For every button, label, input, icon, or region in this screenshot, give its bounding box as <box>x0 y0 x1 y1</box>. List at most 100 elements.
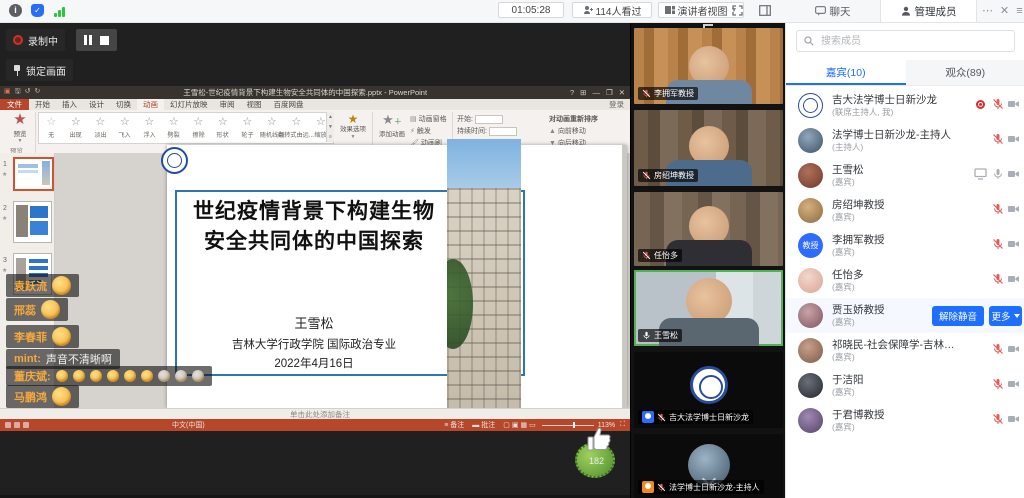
thumbs-up-sticker[interactable] <box>586 425 612 453</box>
video-tile-active-speaker[interactable]: 王雪松 <box>634 270 783 346</box>
viewer-count-button[interactable]: 114人看过 <box>572 2 652 18</box>
slide-scrollbar[interactable] <box>622 145 627 408</box>
quick-access-toolbar[interactable]: ▣🖫↺↻ <box>0 87 40 98</box>
language-indicator[interactable]: 中文(中国) <box>172 420 205 430</box>
camera-off-icon[interactable] <box>1007 378 1020 390</box>
ribbon-tab-design[interactable]: 设计 <box>83 99 110 110</box>
info-icon[interactable]: i <box>8 3 23 18</box>
ribbon-tab-view[interactable]: 视图 <box>241 99 268 110</box>
camera-off-icon[interactable] <box>1007 413 1020 425</box>
camera-off-icon[interactable] <box>1007 238 1020 250</box>
tab-chat[interactable]: 聊天 <box>785 0 880 22</box>
animation-appear[interactable]: ☆出现 <box>64 113 89 143</box>
tab-guests[interactable]: 嘉宾(10) <box>786 60 906 85</box>
notes-pane[interactable]: 单击此处添加备注 <box>0 408 630 419</box>
animation-pane-button[interactable]: ▤动画窗格 <box>410 114 447 124</box>
network-signal-icon[interactable] <box>52 3 67 18</box>
ribbon-tab-home[interactable]: 开始 <box>29 99 56 110</box>
mic-muted-icon[interactable] <box>992 98 1004 110</box>
more-button[interactable]: 更多 <box>989 306 1022 326</box>
start-input[interactable] <box>475 115 503 124</box>
mic-on-icon[interactable] <box>992 168 1004 180</box>
ribbon-tab-animations[interactable]: 动画 <box>137 99 164 110</box>
more-options-icon[interactable]: ⋯ <box>980 3 995 18</box>
member-search-input[interactable] <box>819 35 1007 48</box>
camera-off-icon[interactable] <box>1007 203 1020 215</box>
mic-muted-icon[interactable] <box>992 238 1004 250</box>
fullscreen-icon[interactable] <box>730 3 745 18</box>
animation-split[interactable]: ☆劈裂 <box>162 113 187 143</box>
ribbon-tab-slideshow[interactable]: 幻灯片放映 <box>164 99 214 110</box>
shield-icon[interactable]: ✓ <box>30 3 45 18</box>
tab-manage-members[interactable]: 管理成员 <box>880 0 977 22</box>
notes-toggle[interactable]: ≡ 备注 <box>444 420 464 430</box>
video-tile[interactable]: 法学博士日新沙龙-主持人 <box>634 434 783 498</box>
camera-off-icon[interactable] <box>1007 273 1020 285</box>
member-row[interactable]: 吉大法学博士日新沙龙 (联席主持人, 我) <box>786 88 1024 123</box>
office-login[interactable]: 登录 <box>609 99 630 110</box>
animation-fade[interactable]: ☆淡出 <box>88 113 113 143</box>
slide-thumbnail-2[interactable] <box>13 201 52 243</box>
duration-input[interactable] <box>489 127 517 136</box>
member-row[interactable]: 教授 李拥军教授 (嘉宾) <box>786 228 1024 263</box>
animation-shape[interactable]: ☆形状 <box>211 113 236 143</box>
gallery-scroll-buttons[interactable]: ▲▼≡ <box>326 112 334 142</box>
mic-muted-icon[interactable] <box>992 378 1004 390</box>
video-tile[interactable]: 吉大法学博士日新沙龙 <box>634 352 783 428</box>
member-row[interactable]: 法学博士日新沙龙-主持人 (主持人) <box>786 123 1024 158</box>
camera-off-icon[interactable] <box>1007 343 1020 355</box>
animation-floatin[interactable]: ☆浮入 <box>137 113 162 143</box>
preview-button[interactable]: ★ 预览 ▼ <box>6 112 34 144</box>
fit-slide-icon[interactable]: ⛶ <box>620 421 625 429</box>
menu-icon[interactable]: ≡ <box>1012 3 1024 18</box>
member-search[interactable] <box>796 30 1015 52</box>
video-tile[interactable]: 任怡多 <box>634 192 783 266</box>
member-row[interactable]: 任怡多 (嘉宾) <box>786 263 1024 298</box>
mic-muted-icon[interactable] <box>992 413 1004 425</box>
add-animation-button[interactable]: ★＋ 添加动画 <box>377 112 407 138</box>
slide-canvas[interactable]: 世纪疫情背景下构建生物 安全共同体的中国探索 王雪松 吉林大学行政学院 国际政治… <box>167 145 627 408</box>
animation-none[interactable]: ☆无 <box>39 113 64 143</box>
move-earlier-button[interactable]: ▲向前移动 <box>549 126 598 136</box>
pin-view-button[interactable]: 锁定画面 <box>6 59 73 81</box>
mic-muted-icon[interactable] <box>992 343 1004 355</box>
ribbon-tab-file[interactable]: 文件 <box>0 99 29 110</box>
slide-title: 世纪疫情背景下构建生物 安全共同体的中国探索 <box>179 197 449 258</box>
mic-muted-icon[interactable] <box>992 133 1004 145</box>
mic-muted-icon[interactable] <box>992 203 1004 215</box>
view-buttons[interactable]: ▢▣▦▭ <box>503 421 537 429</box>
camera-off-icon[interactable] <box>1007 98 1020 110</box>
unmute-button[interactable]: 解除静音 <box>932 306 984 326</box>
member-row[interactable]: 王雪松 (嘉宾) <box>786 158 1024 193</box>
mic-muted-icon[interactable] <box>992 273 1004 285</box>
animation-flyin[interactable]: ☆飞入 <box>113 113 138 143</box>
animation-wheel[interactable]: ☆轮子 <box>235 113 260 143</box>
ribbon-tab-insert[interactable]: 插入 <box>56 99 83 110</box>
effect-options-button[interactable]: ★ 效果选项 ▼ <box>338 112 368 140</box>
member-row[interactable]: 房绍坤教授 (嘉宾) <box>786 193 1024 228</box>
animation-growturn[interactable]: ☆翻转式由远... <box>284 113 309 143</box>
ribbon-tab-review[interactable]: 审阅 <box>214 99 241 110</box>
animation-wipe[interactable]: ☆擦除 <box>186 113 211 143</box>
comments-toggle[interactable]: ▬ 批注 <box>472 420 495 430</box>
camera-off-icon[interactable] <box>1007 133 1020 145</box>
video-tile[interactable]: 房绍坤教授 <box>634 110 783 186</box>
member-row[interactable]: 祁晓民-社会保障学-吉林大学 (嘉宾) <box>786 333 1024 368</box>
screen-share-icon[interactable] <box>974 168 987 180</box>
ribbon-tab-baidu[interactable]: 百度网盘 <box>268 99 310 110</box>
slide-thumbnail-1[interactable] <box>13 157 54 191</box>
tab-audience[interactable]: 观众(89) <box>906 60 1024 85</box>
pause-recording-button[interactable] <box>84 35 92 45</box>
stop-recording-button[interactable] <box>100 36 109 45</box>
layout-toggle-icon[interactable] <box>757 3 772 18</box>
camera-on-icon[interactable] <box>1007 168 1020 180</box>
video-tile[interactable]: 李拥军教授 <box>634 28 783 104</box>
window-buttons[interactable]: ?⊞—❐✕ <box>570 88 630 97</box>
member-row[interactable]: 于君博教授 (嘉宾) <box>786 403 1024 438</box>
meeting-app-window: i ✓ 01:05:28 114人看过 演讲者视图 ▼ 聊天 管理成员 ⋯ <box>0 0 1024 498</box>
member-row-hovered[interactable]: 贾玉娇教授 (嘉宾) 解除静音 更多 <box>786 298 1024 333</box>
ribbon-tab-transitions[interactable]: 切换 <box>110 99 137 110</box>
close-panel-icon[interactable]: ✕ <box>997 3 1012 18</box>
trigger-button[interactable]: ⚡触发 <box>410 126 447 136</box>
member-row[interactable]: 于洁阳 (嘉宾) <box>786 368 1024 403</box>
